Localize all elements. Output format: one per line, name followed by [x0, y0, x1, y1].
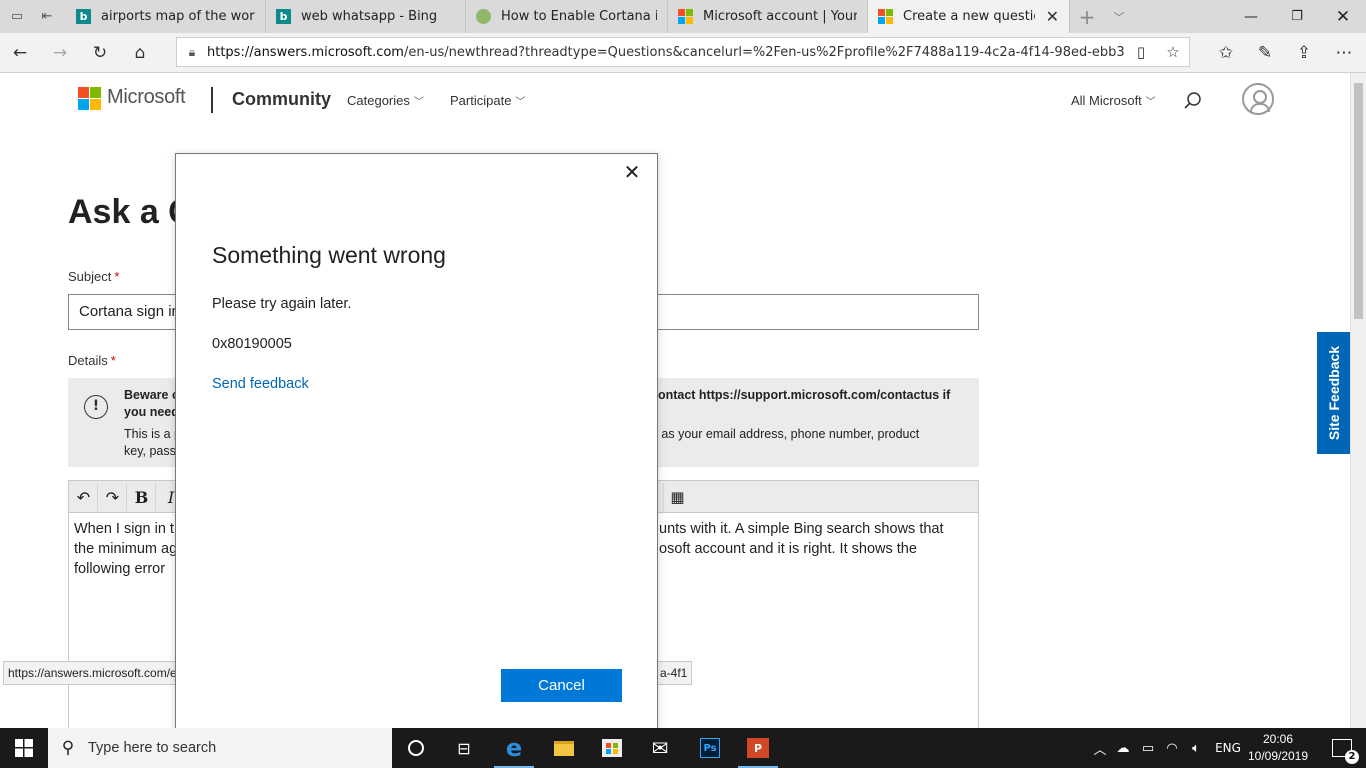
forward-icon[interactable]: → — [44, 37, 76, 69]
action-center-icon[interactable]: 2 — [1318, 728, 1366, 768]
header-divider — [211, 87, 213, 113]
battery-icon[interactable]: ▭ — [1136, 741, 1160, 756]
community-link[interactable]: Community — [232, 89, 331, 110]
powerpoint-icon[interactable]: P — [734, 728, 782, 768]
back-icon[interactable]: ← — [4, 37, 36, 69]
search-icon[interactable] — [1182, 90, 1204, 112]
tab-cortana[interactable]: How to Enable Cortana in Ir — [466, 0, 668, 33]
warning-icon: ! — [84, 395, 108, 419]
close-tab-icon[interactable]: ✕ — [1046, 7, 1059, 26]
bing-icon: b — [276, 9, 291, 24]
web-note-icon[interactable]: ✎ — [1249, 37, 1281, 69]
taskbar-search[interactable]: ⚲ Type here to search — [48, 728, 392, 768]
refresh-icon[interactable]: ↻ — [84, 37, 116, 69]
clock-date: 10/09/2019 — [1247, 749, 1309, 763]
show-hidden-icons-icon[interactable]: ︿ — [1090, 739, 1110, 758]
undo-icon[interactable]: ↶ — [70, 483, 98, 511]
dialog-title: Something went wrong — [212, 242, 446, 268]
site-feedback-button[interactable]: Site Feedback — [1317, 332, 1350, 454]
search-placeholder: Type here to search — [88, 740, 217, 756]
status-url-right: a-4f1 — [655, 661, 693, 685]
brand-name[interactable]: Microsoft — [107, 86, 186, 109]
cancel-button[interactable]: Cancel — [501, 669, 622, 702]
error-code: 0x80190005 — [212, 336, 292, 352]
reading-view-icon[interactable]: ▯ — [1125, 43, 1157, 61]
categories-menu[interactable]: Categories ﹀ — [347, 93, 424, 108]
site-icon — [476, 9, 491, 24]
tab-whatsapp[interactable]: b web whatsapp - Bing — [266, 0, 466, 33]
store-icon[interactable] — [588, 728, 636, 768]
send-feedback-link[interactable]: Send feedback — [212, 376, 309, 392]
address-bar[interactable]: 🔒︎ https://answers.microsoft.com/en-us/n… — [176, 37, 1190, 67]
tab-microsoft-account[interactable]: Microsoft account | Your prc — [668, 0, 868, 33]
all-microsoft-menu[interactable]: All Microsoft ﹀ — [1071, 93, 1156, 108]
page-scrollbar[interactable] — [1350, 73, 1366, 728]
cortana-icon[interactable] — [392, 728, 440, 768]
tab-airports[interactable]: b airports map of the word - I — [66, 0, 266, 33]
chevron-down-icon: ﹀ — [1145, 97, 1156, 108]
microsoft-icon — [878, 9, 893, 24]
chevron-down-icon: ﹀ — [515, 97, 526, 108]
tab-create-question[interactable]: Create a new question c ✕ — [868, 0, 1070, 33]
bing-icon: b — [76, 9, 91, 24]
volume-icon[interactable]: 🔈︎ — [1184, 741, 1208, 756]
close-window-icon[interactable]: ✕ — [1320, 0, 1366, 33]
subject-label: Subject * — [68, 269, 120, 284]
set-aside-tabs-icon[interactable]: ▭ — [2, 0, 32, 33]
language-indicator[interactable]: ENG — [1208, 741, 1248, 755]
clock[interactable]: 20:06 10/09/2019 — [1244, 731, 1312, 765]
photoshop-icon[interactable]: Ps — [686, 728, 734, 768]
favorites-hub-icon[interactable]: ✩ — [1210, 37, 1242, 69]
details-label: Details * — [68, 353, 116, 368]
chevron-down-icon: ﹀ — [413, 97, 424, 108]
home-icon[interactable]: ⌂ — [124, 37, 156, 69]
task-view-icon[interactable]: ⊟ — [440, 728, 488, 768]
notification-badge: 2 — [1345, 750, 1359, 764]
start-button[interactable] — [0, 728, 48, 768]
insert-table-icon[interactable]: ▦ — [663, 483, 691, 511]
status-url-left: https://answers.microsoft.com/e — [3, 661, 182, 685]
share-icon[interactable]: ⇪ — [1288, 37, 1320, 69]
search-icon: ⚲ — [61, 738, 75, 757]
participate-label: Participate — [450, 93, 512, 108]
browser-tab-bar: ▭ ⇤ b airports map of the word - I b web… — [0, 0, 1366, 33]
tabs-aside-icon[interactable]: ⇤ — [32, 0, 62, 33]
minimize-icon[interactable]: — — [1228, 0, 1274, 33]
tab-preview-chevron-icon[interactable]: ﹀ — [1104, 0, 1134, 33]
dialog-message: Please try again later. — [212, 296, 352, 312]
edge-icon[interactable]: e — [490, 728, 538, 768]
windows-logo-icon — [15, 739, 33, 757]
error-dialog: ✕ Something went wrong Please try again … — [175, 153, 658, 738]
scrollbar-thumb[interactable] — [1354, 83, 1363, 319]
lock-icon: 🔒︎ — [188, 44, 196, 59]
wifi-icon[interactable]: ◠ — [1160, 741, 1184, 756]
onedrive-icon[interactable]: ☁ — [1110, 741, 1136, 756]
clock-time: 20:06 — [1262, 732, 1294, 746]
close-icon[interactable]: ✕ — [621, 162, 643, 184]
windows-taskbar: ⚲ Type here to search ⊟ e ✉ Ps P ︿ ☁ ▭ ◠… — [0, 728, 1366, 768]
redo-icon[interactable]: ↷ — [99, 483, 127, 511]
restore-icon[interactable]: ❐ — [1274, 0, 1320, 33]
address-toolbar: ← → ↻ ⌂ 🔒︎ https://answers.microsoft.com… — [0, 33, 1366, 73]
new-tab-icon[interactable]: + — [1072, 0, 1102, 33]
categories-label: Categories — [347, 93, 410, 108]
microsoft-icon — [678, 9, 693, 24]
account-avatar-icon[interactable] — [1242, 83, 1274, 115]
file-explorer-icon[interactable] — [540, 728, 588, 768]
url-text: https://answers.microsoft.com/en-us/newt… — [207, 44, 1125, 60]
favorite-star-icon[interactable]: ☆ — [1157, 43, 1189, 61]
microsoft-logo-icon[interactable] — [78, 87, 101, 110]
participate-menu[interactable]: Participate ﹀ — [450, 93, 525, 108]
more-menu-icon[interactable]: ⋯ — [1328, 37, 1360, 69]
all-microsoft-label: All Microsoft — [1071, 93, 1142, 108]
system-tray: ︿ ☁ ▭ ◠ 🔈︎ ENG — [1090, 728, 1248, 768]
mail-icon[interactable]: ✉ — [636, 728, 684, 768]
bold-icon[interactable]: B — [128, 483, 156, 511]
